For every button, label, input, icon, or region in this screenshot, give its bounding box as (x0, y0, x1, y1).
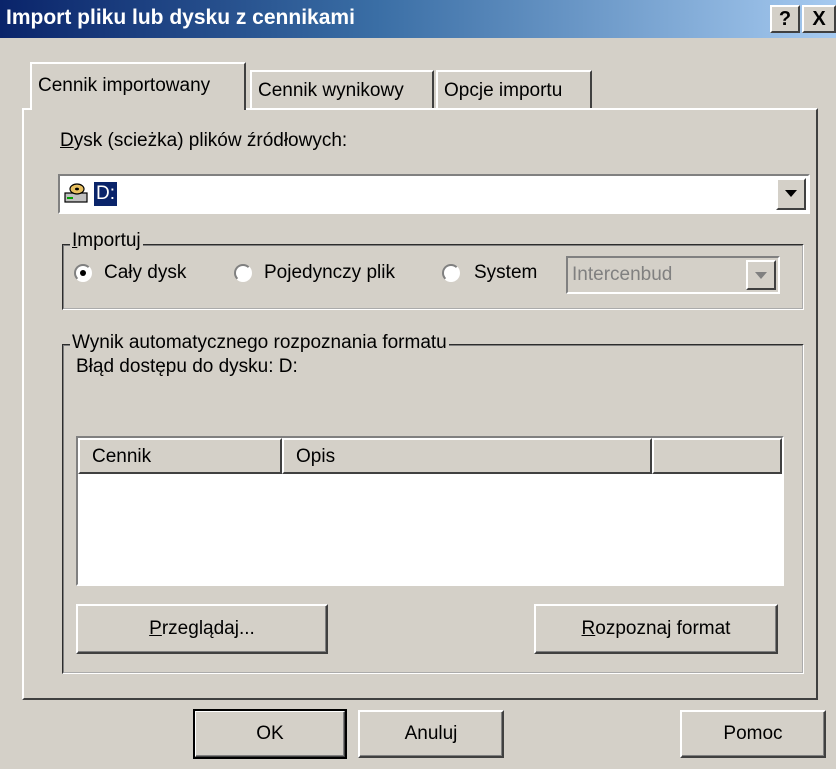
radio-pojedynczy-plik[interactable] (234, 264, 252, 282)
price-list-table[interactable]: Cennik Opis (76, 436, 784, 586)
tab-cennik-importowany[interactable]: Cennik importowany (30, 62, 246, 110)
radio-pojedynczy-plik-label[interactable]: Pojedynczy plik (264, 262, 395, 284)
column-header-label: Cennik (92, 446, 152, 467)
drive-dropdown-button[interactable] (776, 178, 806, 210)
drive-icon (64, 181, 90, 205)
system-dropdown-button[interactable] (746, 260, 776, 290)
cancel-button[interactable]: Anuluj (358, 710, 504, 758)
tab-label: Cennik wynikowy (258, 80, 404, 101)
radio-caly-dysk-label[interactable]: Cały dysk (104, 262, 186, 284)
column-header-cennik[interactable]: Cennik (78, 438, 282, 474)
system-select[interactable]: Intercenbud (566, 256, 780, 294)
tab-label: Cennik importowany (38, 75, 211, 96)
close-icon: X (812, 8, 826, 30)
ok-button[interactable]: OK (193, 709, 347, 759)
help-icon: ? (778, 8, 792, 30)
help-dialog-button[interactable]: Pomoc (680, 710, 826, 758)
close-button[interactable]: X (802, 5, 836, 33)
drive-combobox[interactable]: D: (58, 174, 810, 214)
import-group-label: Importuj (70, 230, 143, 252)
chevron-down-icon (785, 190, 797, 197)
drive-value: D: (94, 182, 117, 206)
title-bar[interactable]: Import pliku lub dysku z cennikami ? X (0, 0, 836, 38)
tab-cennik-wynikowy[interactable]: Cennik wynikowy (250, 70, 434, 110)
help-button[interactable]: ? (770, 5, 800, 33)
browse-button[interactable]: Przeglądaj... (76, 604, 328, 654)
column-header-empty[interactable] (652, 438, 782, 474)
column-header-label: Opis (296, 446, 336, 467)
source-path-label: Dysk (scieżka) plików źródłowych: (60, 130, 348, 151)
chevron-down-icon (755, 272, 767, 279)
detect-group-label: Wynik automatycznego rozpoznania formatu (70, 332, 449, 354)
radio-dot (80, 270, 86, 276)
column-header-opis[interactable]: Opis (282, 438, 652, 474)
radio-system-label[interactable]: System (474, 262, 537, 284)
tab-opcje-importu[interactable]: Opcje importu (436, 70, 592, 110)
window-title: Import pliku lub dysku z cennikami (6, 6, 355, 29)
radio-system[interactable] (442, 264, 460, 282)
radio-caly-dysk[interactable] (74, 264, 92, 282)
tab-label: Opcje importu (444, 80, 563, 101)
system-select-value: Intercenbud (572, 264, 673, 285)
detect-format-button[interactable]: Rozpoznaj format (534, 604, 778, 654)
detect-message: Błąd dostępu do dysku: D: (76, 356, 298, 377)
